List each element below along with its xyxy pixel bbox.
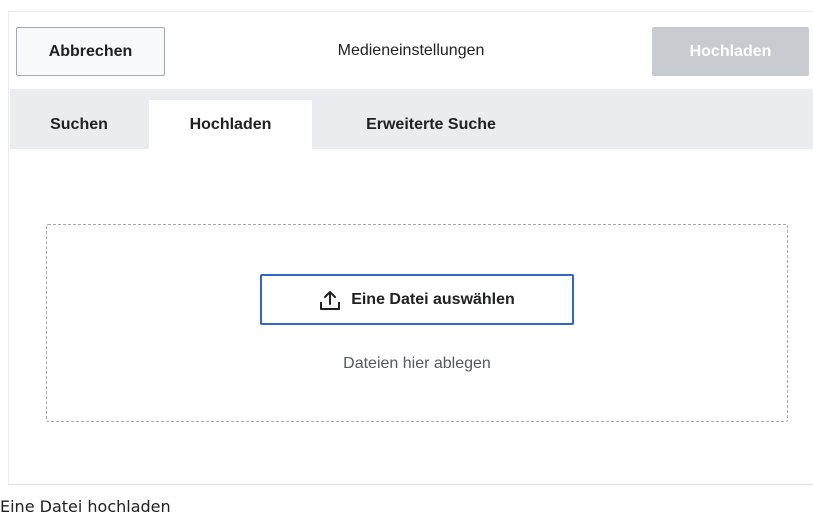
page-caption: Eine Datei hochladen [0, 497, 171, 516]
tab-upload[interactable]: Hochladen [149, 100, 312, 149]
tab-bar: Suchen Hochladen Erweiterte Suche [10, 89, 813, 149]
select-file-label: Eine Datei auswählen [351, 290, 515, 308]
tab-advanced-search[interactable]: Erweiterte Suche [312, 100, 550, 149]
cancel-button[interactable]: Abbrechen [16, 27, 165, 76]
tab-search[interactable]: Suchen [10, 100, 148, 149]
upload-icon [319, 289, 341, 311]
file-dropzone[interactable]: Eine Datei auswählen Dateien hier ablege… [46, 224, 788, 422]
drop-hint: Dateien hier ablegen [343, 355, 491, 372]
dialog-header: Abbrechen Medieneinstellungen Hochladen [9, 12, 813, 89]
dialog-title: Medieneinstellungen [337, 42, 485, 59]
media-settings-dialog: Abbrechen Medieneinstellungen Hochladen … [8, 11, 813, 485]
upload-button[interactable]: Hochladen [652, 27, 809, 76]
select-file-button[interactable]: Eine Datei auswählen [260, 274, 574, 325]
